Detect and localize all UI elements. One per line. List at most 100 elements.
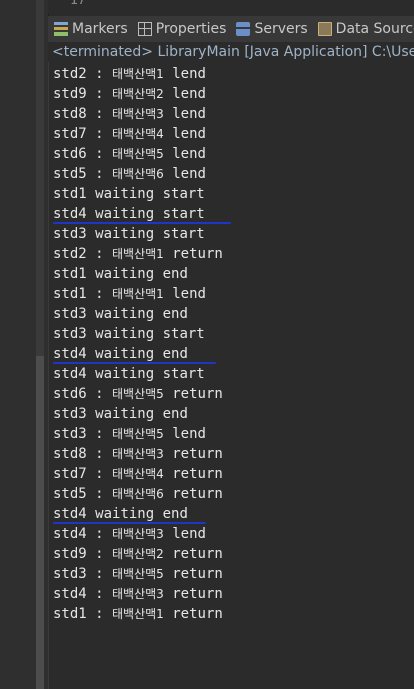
tab-data-source-explorer[interactable]: Data Source Explorer — [312, 16, 414, 42]
book-title: 태백산맥1 — [112, 287, 164, 301]
separator: : — [95, 526, 113, 542]
action-text: lend — [163, 86, 206, 102]
student-id: std6 — [53, 146, 96, 162]
student-id: std1 — [53, 286, 96, 302]
separator: : — [95, 146, 113, 162]
separator: : — [95, 246, 113, 262]
action-text: waiting end — [95, 506, 188, 522]
action-text: return — [163, 486, 223, 502]
action-text: waiting end — [95, 406, 188, 422]
student-id: std3 — [53, 426, 96, 442]
console-line: std1 waiting start — [53, 184, 223, 204]
console-line: std3 waiting start — [53, 224, 223, 244]
action-text: return — [163, 586, 223, 602]
action-text: lend — [163, 426, 206, 442]
console-line: std4 waiting end — [53, 344, 223, 364]
hand-drawn-underline — [53, 522, 206, 524]
student-id: std9 — [53, 546, 96, 562]
console-line: std4 : 태백산맥3 lend — [53, 524, 223, 544]
console-line: std7 : 태백산맥4 lend — [53, 124, 223, 144]
action-text: lend — [163, 166, 206, 182]
tab-markers[interactable]: Markers — [48, 16, 132, 42]
book-title: 태백산맥3 — [112, 107, 164, 121]
hand-drawn-underline — [53, 222, 231, 224]
tab-properties-label: Properties — [155, 21, 227, 37]
tab-properties[interactable]: Properties — [132, 16, 231, 42]
action-text: lend — [163, 106, 206, 122]
console-output[interactable]: std2 : 태백산맥1 lend std9 : 태백산맥2 lend std8 :… — [48, 62, 414, 689]
student-id: std4 — [53, 506, 96, 522]
tab-servers-label: Servers — [254, 21, 308, 37]
console-line: std4 waiting start — [53, 364, 223, 384]
separator: : — [95, 566, 113, 582]
console-line: std6 : 태백산맥5 return — [53, 384, 223, 404]
console-line: std2 : 태백산맥1 lend — [53, 64, 223, 84]
student-id: std7 — [53, 466, 96, 482]
student-id: std2 — [53, 66, 96, 82]
action-text: return — [163, 466, 223, 482]
tab-servers[interactable]: Servers — [230, 16, 311, 42]
book-title: 태백산맥5 — [112, 567, 164, 581]
separator: : — [95, 86, 113, 102]
console-line: std5 : 태백산맥6 return — [53, 484, 223, 504]
separator: : — [95, 586, 113, 602]
console-line: std8 : 태백산맥3 return — [53, 444, 223, 464]
left-scrollbar[interactable] — [36, 0, 44, 689]
console-line: std4 waiting start — [53, 204, 223, 224]
data-source-icon — [317, 22, 332, 36]
student-id: std1 — [53, 266, 96, 282]
console-line: std2 : 태백산맥1 return — [53, 244, 223, 264]
hand-drawn-underline — [53, 362, 216, 364]
separator: : — [95, 606, 113, 622]
console-line: std1 : 태백산맥1 lend — [53, 284, 223, 304]
console-status-line: <terminated> LibraryMain [Java Applicati… — [48, 42, 414, 62]
student-id: std3 — [53, 226, 96, 242]
separator: : — [95, 166, 113, 182]
console-line: std3 waiting end — [53, 304, 223, 324]
student-id: std3 — [53, 306, 96, 322]
separator: : — [95, 426, 113, 442]
console-line: std6 : 태백산맥5 lend — [53, 144, 223, 164]
console-line: std8 : 태백산맥3 lend — [53, 104, 223, 124]
book-title: 태백산맥5 — [112, 147, 164, 161]
student-id: std5 — [53, 166, 96, 182]
separator: : — [95, 286, 113, 302]
tab-markers-label: Markers — [72, 21, 128, 37]
console-line: std3 waiting start — [53, 324, 223, 344]
book-title: 태백산맥1 — [112, 607, 164, 621]
action-text: lend — [163, 286, 206, 302]
separator: : — [95, 106, 113, 122]
book-title: 태백산맥3 — [112, 587, 164, 601]
book-title: 태백산맥6 — [112, 487, 164, 501]
student-id: std4 — [53, 526, 96, 542]
action-text: lend — [163, 66, 206, 82]
student-id: std4 — [53, 206, 96, 222]
action-text: waiting end — [95, 266, 188, 282]
console-line: std3 : 태백산맥5 return — [53, 564, 223, 584]
console-line: std1 waiting end — [53, 264, 223, 284]
console-line: std7 : 태백산맥4 return — [53, 464, 223, 484]
console-line: std3 : 태백산맥5 lend — [53, 424, 223, 444]
action-text: waiting end — [95, 346, 188, 362]
view-tab-bar: Markers Properties Servers Data Source E… — [48, 16, 414, 43]
action-text: return — [163, 386, 223, 402]
properties-icon — [137, 22, 152, 36]
separator: : — [95, 446, 113, 462]
book-title: 태백산맥6 — [112, 167, 164, 181]
student-id: std9 — [53, 86, 96, 102]
action-text: lend — [163, 126, 206, 142]
book-title: 태백산맥2 — [112, 87, 164, 101]
student-id: std4 — [53, 586, 96, 602]
separator: : — [95, 386, 113, 402]
action-text: return — [163, 606, 223, 622]
student-id: std7 — [53, 126, 96, 142]
console-line: std4 : 태백산맥3 return — [53, 584, 223, 604]
left-scrollbar-thumb[interactable] — [36, 356, 44, 689]
student-id: std3 — [53, 566, 96, 582]
console-line: std1 : 태백산맥1 return — [53, 604, 223, 624]
student-id: std4 — [53, 346, 96, 362]
book-title: 태백산맥4 — [112, 127, 164, 141]
separator: : — [95, 126, 113, 142]
separator: : — [95, 466, 113, 482]
separator: : — [95, 486, 113, 502]
